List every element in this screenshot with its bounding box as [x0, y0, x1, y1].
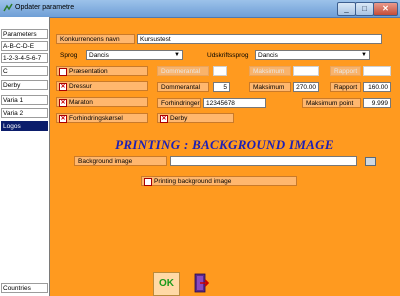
dimmed-max-input	[293, 66, 319, 76]
title-bar: Opdater parametre _ □ ✕	[0, 0, 400, 18]
maraton-checkbox[interactable]: ✕ Maraton	[56, 97, 148, 107]
dressur-label: Dressur	[69, 83, 92, 90]
sidebar: Parameters A-B-C-D-E 1-2-3-4-5-6-7 C Der…	[0, 17, 50, 296]
dimmed-report-input	[363, 66, 391, 76]
print-language-label: Udskriftssprog	[207, 52, 249, 59]
bg-image-input[interactable]	[170, 156, 357, 166]
presentation-checkbox[interactable]: Præsentation	[56, 66, 148, 76]
competition-name-input[interactable]: Kursustest	[137, 34, 382, 44]
sidebar-item-varia1[interactable]: Varia 1	[1, 95, 48, 105]
print-language-select[interactable]: Dancis ▼	[255, 50, 370, 60]
competition-name-label: Konkurrencens navn	[56, 34, 135, 44]
report-label: Rapport	[330, 82, 361, 92]
sidebar-item-1234567[interactable]: 1-2-3-4-5-6-7	[1, 53, 48, 63]
max-input[interactable]: 270.00	[293, 82, 319, 92]
app-icon	[3, 3, 13, 12]
obstacles-input[interactable]: 12345678	[203, 98, 266, 108]
derby-checkbox[interactable]: ✕ Derby	[157, 113, 234, 123]
sidebar-item-c[interactable]: C	[1, 66, 48, 76]
dressur-checkbox[interactable]: ✕ Dressur	[56, 81, 148, 91]
forhindring-checkbox[interactable]: ✕ Forhindringskørsel	[56, 113, 148, 123]
forhindring-label: Forhindringskørsel	[69, 115, 123, 122]
language-value: Dancis	[89, 52, 109, 59]
sidebar-item-parameters[interactable]: Parameters	[1, 29, 48, 39]
printing-bg-label: Printing background image	[154, 178, 232, 185]
folder-browse-icon[interactable]	[365, 157, 376, 166]
dimmed-judges-input	[213, 66, 227, 76]
report-input[interactable]: 160.00	[363, 82, 391, 92]
minimize-icon[interactable]: _	[337, 2, 356, 16]
sidebar-item-logos[interactable]: Logos	[1, 121, 48, 131]
maximize-icon[interactable]: □	[355, 2, 374, 16]
sidebar-item-varia2[interactable]: Varia 2	[1, 108, 48, 118]
sidebar-item-derby[interactable]: Derby	[1, 80, 48, 90]
max-point-input[interactable]: 9.999	[363, 98, 391, 108]
derby-label: Derby	[170, 115, 188, 122]
ok-button[interactable]: OK	[153, 272, 180, 296]
chevron-down-icon: ▼	[174, 52, 180, 58]
judges-label: Dommerantal	[157, 82, 209, 92]
judges-input[interactable]: 5	[213, 82, 230, 92]
maraton-label: Maraton	[69, 99, 93, 106]
window-title: Opdater parametre	[15, 4, 75, 11]
close-icon[interactable]: ✕	[373, 2, 398, 16]
exit-door-icon[interactable]	[192, 273, 210, 293]
dimmed-max-label: Maksimum	[249, 66, 291, 76]
checkbox-checked-icon: ✕	[59, 115, 67, 123]
presentation-label: Præsentation	[69, 68, 108, 75]
language-select[interactable]: Dancis ▼	[86, 50, 183, 60]
bg-image-label: Background image	[74, 156, 167, 166]
dimmed-report-label: Rapport	[330, 66, 361, 76]
max-point-label: Maksimum point	[302, 98, 361, 108]
language-label: Sprog	[60, 52, 78, 59]
obstacles-label: Forhindringer	[157, 98, 201, 108]
max-label: Maksimum	[249, 82, 291, 92]
checkbox-checked-icon: ✕	[59, 99, 67, 107]
sidebar-item-countries[interactable]: Countries	[1, 283, 48, 293]
checkbox-box	[59, 68, 67, 76]
sidebar-item-abcde[interactable]: A-B-C-D-E	[1, 41, 48, 51]
checkbox-checked-icon: ✕	[160, 115, 168, 123]
checkbox-checked-icon: ✕	[59, 83, 67, 91]
chevron-down-icon: ▼	[361, 52, 367, 58]
printing-bg-checkbox[interactable]: Printing background image	[141, 176, 297, 186]
print-language-value: Dancis	[258, 52, 278, 59]
section-heading: PRINTING : BACKGROUND IMAGE	[115, 137, 334, 152]
dimmed-judges-label: Dommerantal	[157, 66, 209, 76]
checkbox-box	[144, 178, 152, 186]
